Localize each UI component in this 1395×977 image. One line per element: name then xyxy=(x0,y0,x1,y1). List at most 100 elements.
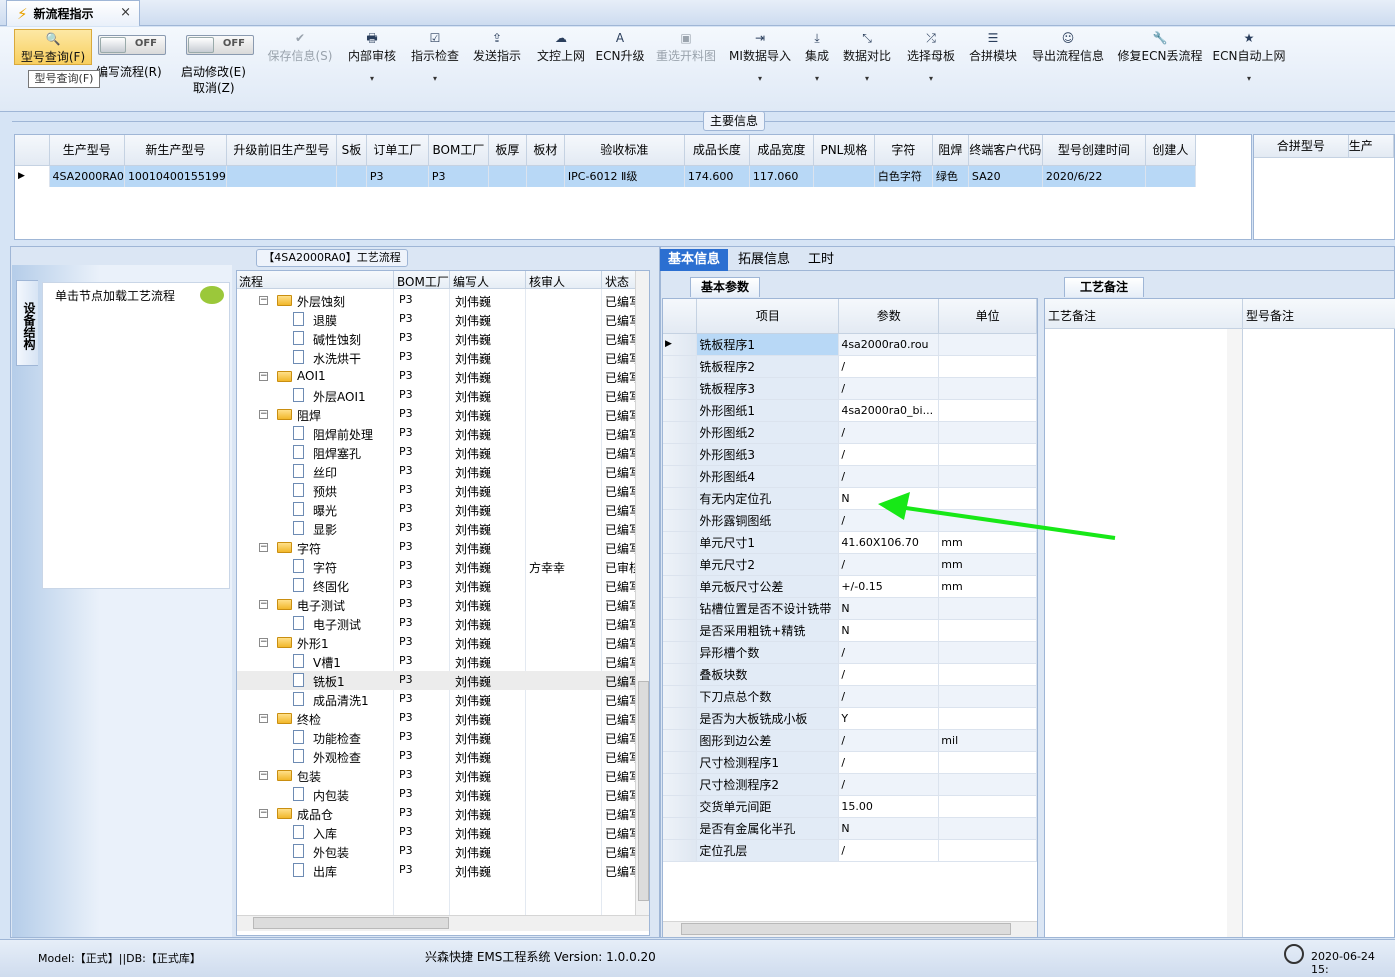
tree-row[interactable]: 出库 P3 刘伟巍 已编写 xyxy=(237,861,637,880)
tree-row[interactable]: − 外层蚀刻 P3 刘伟巍 已编写 xyxy=(237,291,637,310)
main-info-cell[interactable]: SA20 xyxy=(968,165,1043,187)
close-icon[interactable]: × xyxy=(120,5,131,20)
param-value[interactable]: / xyxy=(838,641,940,664)
tree-node-label[interactable]: 预烘 xyxy=(313,483,337,500)
collapse-icon[interactable]: − xyxy=(259,638,268,647)
main-info-cell[interactable] xyxy=(336,165,367,187)
col-header[interactable]: 成品宽度 xyxy=(749,135,814,166)
tree-row[interactable]: 退膜 P3 刘伟巍 已编写 xyxy=(237,310,637,329)
collapse-icon[interactable]: − xyxy=(259,410,268,419)
param-value[interactable]: / xyxy=(838,421,940,444)
tree-node-label[interactable]: 外观检查 xyxy=(313,749,361,766)
tree-row[interactable]: 阻焊前处理 P3 刘伟巍 已编写 xyxy=(237,424,637,443)
collapse-icon[interactable]: − xyxy=(259,714,268,723)
tree-node-label[interactable]: 字符 xyxy=(313,559,337,576)
tree-node-label[interactable]: 包装 xyxy=(297,768,321,785)
ribbon-button-13[interactable]: ⤡ 数据对比 ▾ xyxy=(843,29,891,87)
tree-node-label[interactable]: 终固化 xyxy=(313,578,349,595)
col-header[interactable]: 生产型号 xyxy=(49,135,125,166)
tree-node-label[interactable]: 碱性蚀刻 xyxy=(313,331,361,348)
tree-node-label[interactable]: 入库 xyxy=(313,825,337,842)
col-header[interactable]: 型号创建时间 xyxy=(1042,135,1146,166)
main-info-cell[interactable] xyxy=(526,165,565,187)
tree-row[interactable]: − 阻焊 P3 刘伟巍 已编写 xyxy=(237,405,637,424)
param-value[interactable]: / xyxy=(838,839,940,862)
chevron-down-icon[interactable]: ▾ xyxy=(1247,74,1251,83)
tree-node-label[interactable]: 终检 xyxy=(297,711,321,728)
param-value[interactable]: / xyxy=(838,751,940,774)
ribbon-button-14[interactable]: ⤮ 选择母板 ▾ xyxy=(907,29,955,87)
ribbon-button-16[interactable]: ☺ 导出流程信息 xyxy=(1032,29,1104,87)
main-info-cell[interactable] xyxy=(1145,165,1196,187)
param-value[interactable]: 4sa2000ra0_bi... xyxy=(838,399,940,422)
main-info-cell[interactable]: P3 xyxy=(428,165,489,187)
tree-row[interactable]: − 成品仓 P3 刘伟巍 已编写 xyxy=(237,804,637,823)
tree-row[interactable]: − AOI1 P3 刘伟巍 已编写 xyxy=(237,367,637,386)
tree-node-label[interactable]: 丝印 xyxy=(313,464,337,481)
tree-node-label[interactable]: 外包装 xyxy=(313,844,349,861)
col-merge-model[interactable]: 合拼型号 xyxy=(1254,135,1349,158)
col-production[interactable]: 生产 xyxy=(1348,135,1394,158)
param-value[interactable]: / xyxy=(838,663,940,686)
tree-row[interactable]: 电子测试 P3 刘伟巍 已编写 xyxy=(237,614,637,633)
document-tab[interactable]: ⚡ 新流程指示 × xyxy=(6,0,140,26)
tree-vscroll-thumb[interactable] xyxy=(638,681,649,901)
tree-node-label[interactable]: 电子测试 xyxy=(297,597,345,614)
main-info-cell[interactable]: P3 xyxy=(366,165,429,187)
col-header[interactable]: 板材 xyxy=(526,135,565,166)
tree-node-label[interactable]: 阻焊 xyxy=(297,407,321,424)
chevron-down-icon[interactable]: ▾ xyxy=(370,74,374,83)
tree-col-header[interactable]: 流程 xyxy=(239,273,263,290)
collapse-icon[interactable]: − xyxy=(259,600,268,609)
main-info-cell[interactable] xyxy=(226,165,337,187)
tree-row[interactable]: 内包装 P3 刘伟巍 已编写 xyxy=(237,785,637,804)
tree-row[interactable]: − 包装 P3 刘伟巍 已编写 xyxy=(237,766,637,785)
toggle-switch-2[interactable]: OFF xyxy=(186,35,254,55)
tree-node-label[interactable]: 阻焊前处理 xyxy=(313,426,373,443)
tree-node-label[interactable]: 外层AOI1 xyxy=(313,388,366,405)
ribbon-button-5[interactable]: 🖶 内部审核 ▾ xyxy=(347,29,397,87)
ribbon-button-6[interactable]: ☑ 指示检查 ▾ xyxy=(410,29,460,87)
col-model-notes[interactable]: 型号备注 xyxy=(1246,307,1294,324)
collapse-icon[interactable]: − xyxy=(259,809,268,818)
ribbon-button-4[interactable]: ✔ 保存信息(S) xyxy=(265,29,335,87)
col-header[interactable]: 新生产型号 xyxy=(124,135,227,166)
tree-row[interactable]: 水洗烘干 P3 刘伟巍 已编写 xyxy=(237,348,637,367)
collapse-icon[interactable]: − xyxy=(259,372,268,381)
ribbon-button-9[interactable]: A ECN升级 xyxy=(596,29,645,87)
tree-node-label[interactable]: 曝光 xyxy=(313,502,337,519)
tree-row[interactable]: 入库 P3 刘伟巍 已编写 xyxy=(237,823,637,842)
chevron-down-icon[interactable]: ▾ xyxy=(758,74,762,83)
tree-node-label[interactable]: 显影 xyxy=(313,521,337,538)
params-col-header[interactable]: 单位 xyxy=(938,299,1037,334)
col-header[interactable]: 升级前旧生产型号 xyxy=(226,135,337,166)
main-info-cell[interactable]: 10010400155199 xyxy=(124,165,227,187)
param-value[interactable]: N xyxy=(838,597,940,620)
col-process-notes[interactable]: 工艺备注 xyxy=(1048,307,1096,324)
param-value[interactable]: / xyxy=(838,355,940,378)
col-header[interactable]: 板厚 xyxy=(488,135,527,166)
param-value[interactable]: / xyxy=(838,553,940,576)
tree-node-label[interactable]: 成品仓 xyxy=(297,806,333,823)
main-info-cell[interactable]: 2020/6/22 xyxy=(1042,165,1146,187)
param-value[interactable]: 4sa2000ra0.rou xyxy=(838,333,940,356)
write-process-button[interactable]: 编写流程(R) xyxy=(96,63,162,80)
tab-param-0[interactable]: 基本信息 xyxy=(660,249,729,271)
tree-node-label[interactable]: 外形1 xyxy=(297,635,329,652)
col-header[interactable]: PNL规格 xyxy=(813,135,875,166)
subtab-basic-params[interactable]: 基本参数 xyxy=(690,277,760,297)
tree-row[interactable]: 外包装 P3 刘伟巍 已编写 xyxy=(237,842,637,861)
toggle-switch-1[interactable]: OFF xyxy=(98,35,166,55)
tab-param-1[interactable]: 拓展信息 xyxy=(730,249,798,271)
col-header[interactable]: 阻焊 xyxy=(932,135,969,166)
main-info-cell[interactable]: 绿色 xyxy=(932,165,969,187)
tree-col-header[interactable]: BOM工厂 xyxy=(397,273,449,290)
col-header[interactable]: 创建人 xyxy=(1145,135,1196,166)
tree-node-label[interactable]: 字符 xyxy=(297,540,321,557)
tree-node-label[interactable]: 内包装 xyxy=(313,787,349,804)
tree-row[interactable]: − 字符 P3 刘伟巍 已编写 xyxy=(237,538,637,557)
chevron-down-icon[interactable]: ▾ xyxy=(815,74,819,83)
tree-row[interactable]: 阻焊塞孔 P3 刘伟巍 已编写 xyxy=(237,443,637,462)
tab-device-structure[interactable]: 设备结构 xyxy=(16,280,38,366)
cancel-button[interactable]: 取消(Z) xyxy=(193,79,235,96)
